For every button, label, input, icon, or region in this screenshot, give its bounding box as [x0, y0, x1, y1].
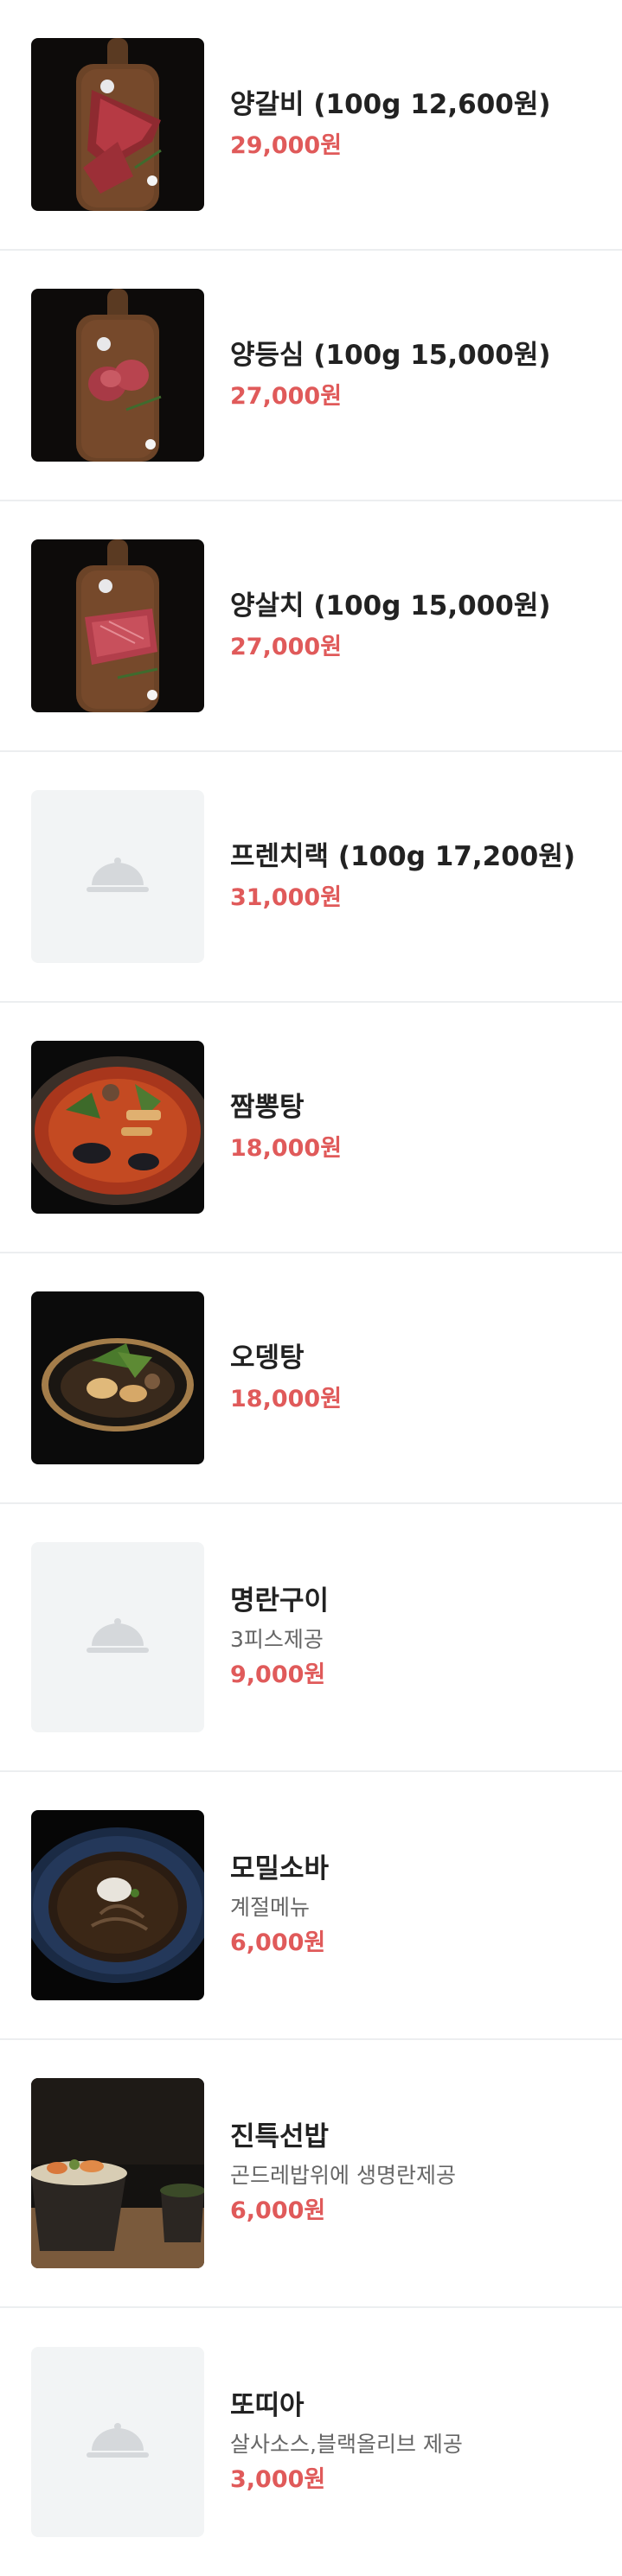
menu-item-grilled-pollock-roe[interactable]: 명란구이 3피스제공 9,000원 — [0, 1504, 622, 1772]
image-placeholder — [31, 2347, 204, 2537]
menu-item-tortilla[interactable]: 또띠아 살사소스,블랙올리브 제공 3,000원 — [0, 2308, 622, 2576]
menu-item-name: 양등심 (100g 15,000원) — [230, 340, 551, 371]
cloche-icon — [87, 2423, 149, 2458]
menu-item-name: 또띠아 — [230, 2390, 305, 2421]
menu-item-lamb-chuck[interactable]: 양살치 (100g 15,000원) 27,000원 — [0, 501, 622, 752]
menu-item-name: 짬뽕탕 — [230, 1092, 305, 1123]
menu-item-price: 18,000원 — [230, 1135, 343, 1162]
menu-item-description: 살사소스,블랙올리브 제공 — [230, 2432, 463, 2457]
menu-item-price: 31,000원 — [230, 884, 343, 911]
menu-item-name: 명란구이 — [230, 1585, 330, 1616]
menu-item-name: 진특선밥 — [230, 2121, 330, 2152]
menu-item-description: 곤드레밥위에 생명란제공 — [230, 2163, 456, 2188]
image-placeholder — [31, 1542, 204, 1732]
soba-image — [31, 1810, 204, 2000]
lamb-ribs-image — [31, 38, 204, 211]
special-rice-image — [31, 2078, 204, 2268]
jjamppong-image — [31, 1041, 204, 1214]
odeng-image — [31, 1291, 204, 1464]
menu-item-name: 오뎅탕 — [230, 1342, 305, 1374]
menu-item-name: 모밀소바 — [230, 1853, 330, 1884]
menu-item-price: 18,000원 — [230, 1386, 343, 1412]
menu-item-description: 3피스제공 — [230, 1627, 324, 1652]
menu-list: 양갈비 (100g 12,600원) 29,000원 양등심 (100g 15,… — [0, 0, 622, 2576]
menu-item-price: 6,000원 — [230, 1929, 326, 1956]
menu-item-description: 계절메뉴 — [230, 1895, 311, 1920]
menu-item-price: 9,000원 — [230, 1661, 326, 1688]
menu-item-price: 6,000원 — [230, 2197, 326, 2224]
cloche-icon — [87, 1618, 149, 1653]
menu-item-name: 프렌치랙 (100g 17,200원) — [230, 841, 576, 872]
menu-item-price: 27,000원 — [230, 383, 343, 410]
menu-item-price: 3,000원 — [230, 2466, 326, 2493]
menu-item-lamb-ribs[interactable]: 양갈비 (100g 12,600원) 29,000원 — [0, 0, 622, 251]
menu-item-odeng[interactable]: 오뎅탕 18,000원 — [0, 1253, 622, 1504]
menu-item-soba[interactable]: 모밀소바 계절메뉴 6,000원 — [0, 1772, 622, 2040]
menu-item-price: 27,000원 — [230, 634, 343, 660]
image-placeholder — [31, 790, 204, 963]
menu-item-lamb-loin[interactable]: 양등심 (100g 15,000원) 27,000원 — [0, 251, 622, 501]
menu-item-name: 양갈비 (100g 12,600원) — [230, 89, 551, 120]
menu-item-jjamppong[interactable]: 짬뽕탕 18,000원 — [0, 1003, 622, 1253]
lamb-loin-image — [31, 289, 204, 462]
menu-item-name: 양살치 (100g 15,000원) — [230, 590, 551, 622]
cloche-icon — [87, 858, 149, 892]
menu-item-price: 29,000원 — [230, 132, 343, 159]
lamb-chuck-image — [31, 539, 204, 712]
menu-item-french-rack[interactable]: 프렌치랙 (100g 17,200원) 31,000원 — [0, 752, 622, 1003]
menu-item-special-rice[interactable]: 진특선밥 곤드레밥위에 생명란제공 6,000원 — [0, 2040, 622, 2308]
